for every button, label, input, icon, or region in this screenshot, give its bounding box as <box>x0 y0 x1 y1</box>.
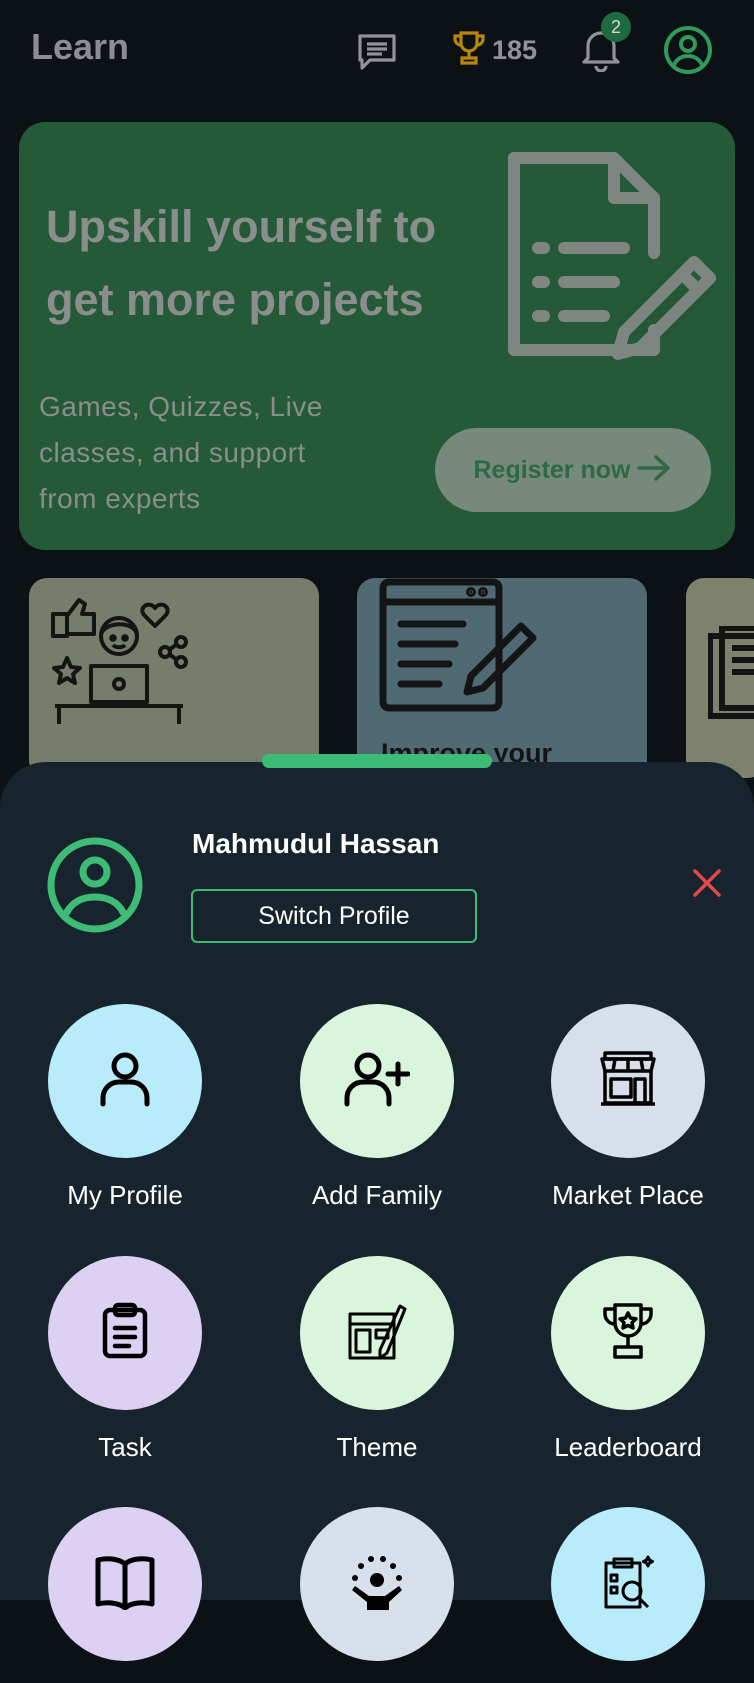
trophy-icon <box>452 30 486 71</box>
community-icon <box>347 1554 407 1615</box>
arrow-right-icon <box>636 454 672 487</box>
register-label: Register now <box>473 455 631 484</box>
notification-badge: 2 <box>601 12 631 42</box>
store-icon <box>599 1050 657 1112</box>
documents-icon <box>707 625 754 731</box>
switch-profile-button[interactable]: Switch Profile <box>191 889 477 943</box>
menu-item-add-family[interactable]: Add Family <box>257 1004 497 1211</box>
chat-icon[interactable] <box>356 32 398 72</box>
score-value: 185 <box>492 35 538 65</box>
menu-item-community[interactable] <box>257 1507 497 1683</box>
menu-item-market-place[interactable]: Market Place <box>508 1004 748 1211</box>
profile-avatar-icon[interactable] <box>663 25 713 75</box>
upskill-banner[interactable]: Upskill yourself to get more projects Ga… <box>19 122 735 550</box>
palette-icon <box>346 1300 408 1367</box>
page-title: Learn <box>31 26 130 67</box>
menu-circle <box>48 1004 202 1158</box>
menu-item-book[interactable] <box>5 1507 245 1683</box>
menu-circle <box>551 1256 705 1410</box>
top-bar: Learn 185 2 <box>0 0 754 100</box>
menu-item-my-profile[interactable]: My Profile <box>5 1004 245 1211</box>
user-plus-icon <box>344 1050 411 1113</box>
user-icon <box>98 1050 152 1113</box>
menu-item-leaderboard[interactable]: Leaderboard <box>508 1256 748 1463</box>
banner-title: Upskill yourself to get more projects <box>46 201 437 325</box>
trophy-icon <box>601 1301 655 1366</box>
feature-card-freelancer[interactable] <box>29 578 319 778</box>
menu-circle <box>551 1004 705 1158</box>
register-now-button[interactable]: Register now <box>435 428 711 512</box>
menu-item-theme[interactable]: Theme <box>257 1256 497 1463</box>
browser-edit-icon <box>379 578 539 723</box>
menu-label: Theme <box>336 1432 418 1462</box>
feature-card-documents[interactable] <box>686 578 754 778</box>
document-edit-icon <box>494 152 734 377</box>
freelancer-laptop-icon <box>51 596 191 731</box>
menu-label: My Profile <box>67 1180 183 1210</box>
menu-label: Leaderboard <box>554 1432 702 1462</box>
menu-item-report[interactable] <box>508 1507 748 1683</box>
menu-circle <box>300 1256 454 1410</box>
menu-item-task[interactable]: Task <box>5 1256 245 1463</box>
score-display[interactable]: 185 <box>452 30 537 71</box>
menu-circle <box>300 1004 454 1158</box>
user-avatar-icon <box>46 836 144 939</box>
feature-card-improve[interactable]: Improve your <box>357 578 647 778</box>
close-icon[interactable] <box>692 868 722 903</box>
banner-subtitle: Games, Quizzes, Live classes, and suppor… <box>39 391 323 514</box>
menu-circle <box>48 1256 202 1410</box>
menu-label: Market Place <box>552 1180 704 1210</box>
menu-circle <box>551 1507 705 1661</box>
report-icon <box>600 1553 656 1616</box>
sheet-drag-handle[interactable] <box>262 754 492 768</box>
menu-circle <box>48 1507 202 1661</box>
book-icon <box>94 1554 156 1615</box>
clipboard-icon <box>101 1302 149 1365</box>
user-name: Mahmudul Hassan <box>192 828 440 859</box>
menu-label: Task <box>98 1432 152 1462</box>
menu-circle <box>300 1507 454 1661</box>
menu-label: Add Family <box>311 1180 443 1210</box>
